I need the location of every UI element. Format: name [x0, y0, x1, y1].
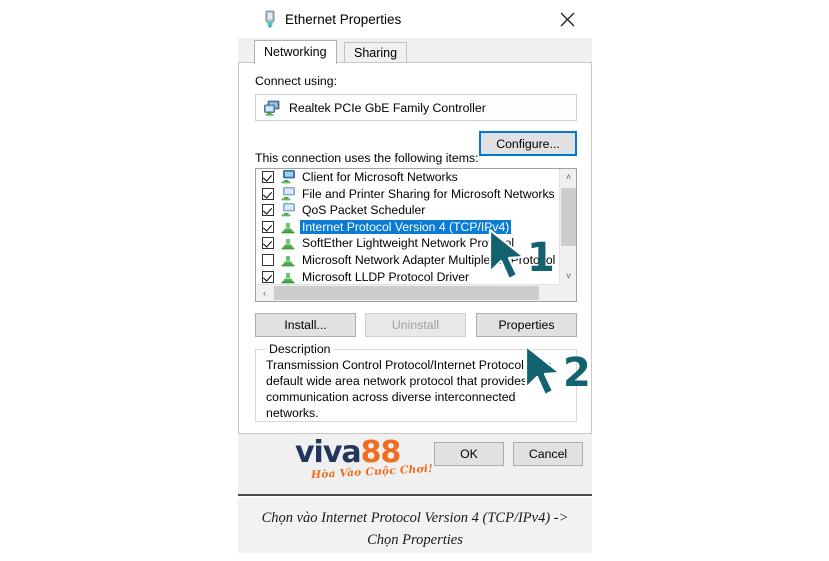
cancel-button[interactable]: Cancel [513, 442, 583, 466]
network-service-icon [280, 203, 296, 217]
item-checkbox[interactable] [262, 237, 274, 250]
ethernet-properties-dialog: Ethernet Properties Networking Sharing C… [238, 0, 592, 496]
network-service-icon [280, 186, 296, 201]
network-protocol-icon [280, 236, 296, 250]
list-horizontal-scrollbar[interactable]: ‹ › [256, 284, 576, 301]
tab-sharing[interactable]: Sharing [344, 42, 408, 63]
list-item-selected[interactable]: Internet Protocol Version 4 (TCP/IPv4) [256, 219, 559, 236]
item-checkbox[interactable] [262, 171, 274, 183]
list-item[interactable]: Microsoft LLDP Protocol Driver [256, 269, 559, 285]
uninstall-button: Uninstall [365, 313, 466, 337]
tab-strip: Networking Sharing [238, 38, 592, 64]
list-item[interactable]: Client for Microsoft Networks [256, 169, 559, 186]
viva88-watermark-logo: viva88 Hòa Vào Cuộc Chơi! [295, 435, 433, 482]
ethernet-connector-icon [262, 10, 278, 28]
item-checkbox[interactable] [262, 187, 274, 200]
adapter-field: Realtek PCIe GbE Family Controller [255, 94, 577, 121]
network-items-listbox[interactable]: Client for Microsoft Networks File and P… [255, 168, 577, 302]
adapter-name: Realtek PCIe GbE Family Controller [289, 101, 486, 115]
network-adapter-icon [264, 100, 281, 116]
caption-line-2: Chọn Properties [367, 532, 463, 548]
properties-button[interactable]: Properties [476, 313, 577, 337]
network-client-icon [280, 170, 296, 184]
network-protocol-icon [280, 220, 296, 234]
list-item-label: File and Printer Sharing for Microsoft N… [302, 186, 555, 201]
list-item[interactable]: File and Printer Sharing for Microsoft N… [256, 186, 559, 203]
caption-area: Chọn vào Internet Protocol Version 4 (TC… [238, 498, 592, 553]
item-checkbox[interactable] [262, 270, 274, 283]
scroll-left-icon[interactable]: ‹ [256, 285, 273, 301]
list-item-label: Internet Protocol Version 4 (TCP/IPv4) [300, 219, 512, 234]
close-icon[interactable] [552, 6, 582, 32]
list-vertical-scrollbar[interactable]: ˄ ˅ [559, 169, 576, 285]
dialog-titlebar: Ethernet Properties [238, 0, 592, 38]
configure-button[interactable]: Configure... [479, 131, 577, 156]
connect-using-label: Connect using: [255, 74, 338, 88]
network-protocol-icon [280, 270, 296, 284]
list-item[interactable]: SoftEther Lightweight Network Protocol [256, 235, 559, 252]
dialog-footer: viva88 Hòa Vào Cuộc Chơi! OK Cancel [238, 434, 592, 496]
item-checkbox[interactable] [262, 220, 274, 233]
logo-wordmark: viva88 [295, 435, 401, 470]
install-button[interactable]: Install... [255, 313, 356, 337]
list-item[interactable]: QoS Packet Scheduler [256, 202, 559, 219]
tab-networking[interactable]: Networking [254, 40, 337, 64]
dialog-title: Ethernet Properties [285, 12, 402, 27]
scroll-up-icon[interactable]: ˄ [560, 169, 576, 186]
networking-panel: Connect using: Realtek PCIe GbE Family C… [238, 62, 592, 434]
item-checkbox[interactable] [262, 253, 274, 266]
items-label: This connection uses the following items… [255, 151, 479, 165]
vertical-scroll-thumb[interactable] [561, 188, 576, 246]
list-item-label: SoftEther Lightweight Network Protocol [302, 236, 515, 251]
description-title: Description [265, 342, 335, 356]
description-text: Transmission Control Protocol/Internet P… [266, 358, 552, 420]
horizontal-scroll-thumb[interactable] [274, 286, 539, 300]
logo-main-text: viva [295, 435, 362, 470]
list-item-label: Microsoft LLDP Protocol Driver [302, 269, 470, 284]
caption-text: Chọn vào Internet Protocol Version 4 (TC… [246, 507, 584, 551]
ok-button[interactable]: OK [434, 442, 504, 466]
item-checkbox[interactable] [262, 204, 274, 217]
caption-line-1: Chọn vào Internet Protocol Version 4 (TC… [261, 510, 569, 526]
list-item-label: Client for Microsoft Networks [302, 170, 458, 184]
network-items-list: Client for Microsoft Networks File and P… [256, 169, 559, 285]
scrollbar-corner [559, 284, 576, 301]
list-item[interactable]: Microsoft Network Adapter Multiplexor Pr… [256, 252, 559, 269]
network-protocol-icon [280, 253, 296, 267]
list-item-label: Microsoft Network Adapter Multiplexor Pr… [302, 252, 556, 267]
scroll-down-icon[interactable]: ˅ [560, 268, 576, 285]
list-item-label: QoS Packet Scheduler [302, 203, 426, 218]
